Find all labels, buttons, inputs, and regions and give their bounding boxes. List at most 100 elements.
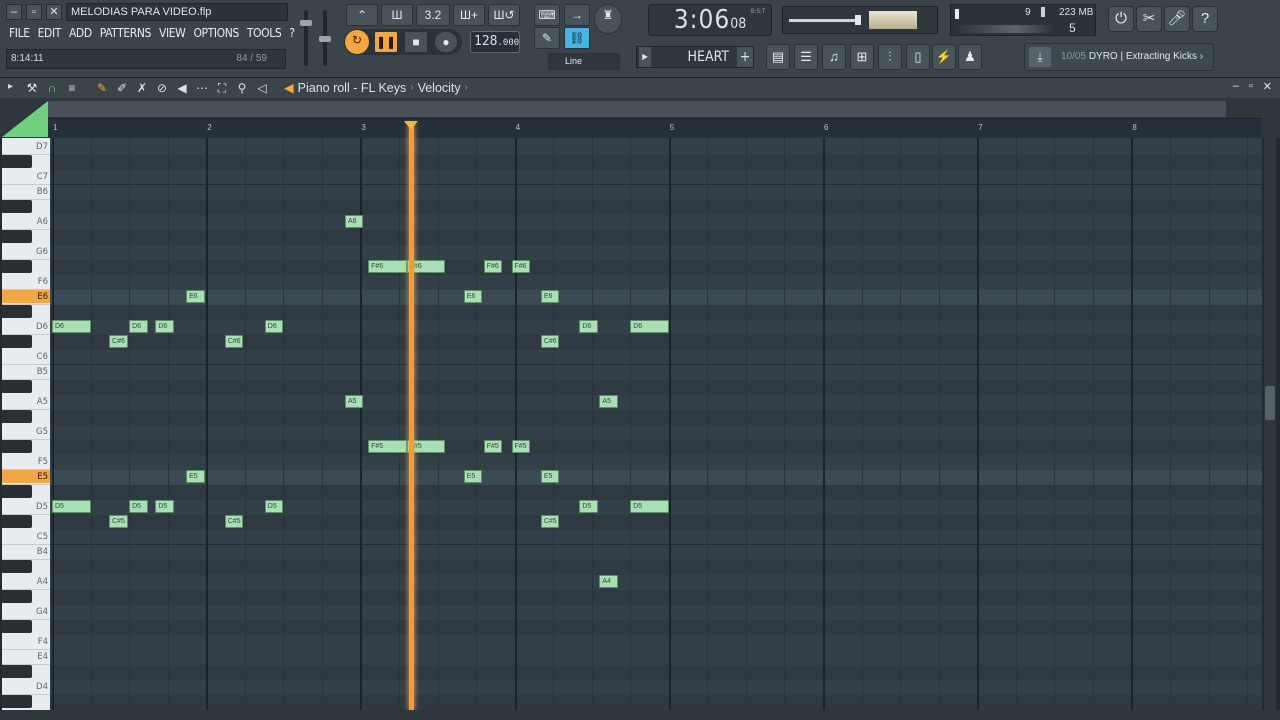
browser-icon[interactable]: ⊞ (850, 44, 874, 70)
note[interactable]: A5 (344, 395, 364, 408)
pr-maximize-icon[interactable]: ▫ (1249, 80, 1253, 93)
black-key[interactable] (2, 260, 32, 273)
pr-minimize-icon[interactable]: – (1233, 80, 1239, 93)
link-icon[interactable]: ⛓ (564, 27, 590, 49)
expand-arrow-icon[interactable]: ▸ (8, 81, 13, 92)
note[interactable]: D5 (630, 500, 669, 513)
pattern-song-toggle[interactable]: ↻ (344, 29, 370, 55)
black-key[interactable] (2, 305, 32, 318)
master-output-meter[interactable] (782, 6, 938, 34)
select-icon[interactable]: ⛶ (214, 81, 230, 96)
countdown-button[interactable]: 3.2 (416, 4, 450, 26)
channel-rack-icon[interactable]: ☰ (794, 44, 818, 70)
breadcrumb-velocity[interactable]: Velocity (418, 81, 461, 95)
mute-icon[interactable]: ⊘ (154, 81, 170, 96)
note[interactable]: D6 (155, 320, 174, 333)
delete-icon[interactable]: ✗ (134, 81, 150, 96)
next-button[interactable]: → (564, 4, 590, 26)
note[interactable]: D6 (630, 320, 669, 333)
mixer-icon[interactable]: ⫶ (878, 44, 902, 70)
fruity-icon[interactable]: ✂ (1136, 6, 1162, 32)
note[interactable]: C#6 (540, 335, 560, 348)
note[interactable]: F#5 (483, 440, 503, 453)
note[interactable]: C#6 (224, 335, 244, 348)
note[interactable]: C#5 (224, 515, 244, 528)
black-key[interactable] (2, 335, 32, 348)
snap-select[interactable]: Line (548, 53, 620, 70)
master-volume-slider[interactable] (304, 10, 308, 66)
slice-icon[interactable]: ⋯ (194, 81, 210, 96)
wrench-icon[interactable]: ⚒ (24, 81, 40, 96)
pr-close-icon[interactable]: ✕ (1263, 80, 1272, 93)
black-key[interactable] (2, 485, 32, 498)
note[interactable]: D5 (52, 500, 91, 513)
tempo-display[interactable]: 128.000 (470, 31, 520, 53)
master-pitch-knob[interactable] (319, 36, 331, 42)
black-key[interactable] (2, 155, 32, 168)
metronome-button[interactable]: ⌃ (346, 4, 378, 26)
horizontal-scrollbar[interactable] (48, 101, 1226, 117)
note[interactable]: F#6 (483, 260, 503, 273)
piano-roll-icon[interactable]: ♫ (822, 44, 846, 70)
pause-icon[interactable]: ❚❚ (374, 31, 398, 53)
menu-patterns[interactable]: PATTERNS (99, 25, 152, 41)
black-key[interactable] (2, 515, 32, 528)
black-key[interactable] (2, 695, 32, 708)
master-volume-knob[interactable] (300, 20, 312, 26)
note[interactable]: E6 (540, 290, 560, 303)
note[interactable]: C#5 (540, 515, 560, 528)
black-key[interactable] (2, 200, 32, 213)
black-key[interactable] (2, 440, 32, 453)
menu-tools[interactable]: TOOLS (246, 25, 282, 41)
note[interactable]: F#5 (368, 440, 407, 453)
note[interactable]: E5 (463, 470, 483, 483)
song-position-display[interactable]: 3:0608 B:S:T (648, 4, 772, 36)
note[interactable]: D6 (264, 320, 284, 333)
menu-icon[interactable]: ≡ (64, 81, 80, 96)
playlist-icon[interactable]: ▤ (766, 44, 790, 70)
project-icon[interactable]: ▯ (906, 44, 930, 70)
menu-help[interactable]: ? (288, 25, 295, 41)
typing-keyboard-button[interactable]: ⌨ (534, 4, 560, 26)
playback-icon[interactable]: ◁ (254, 81, 270, 96)
plugin-icon[interactable]: ⚡ (932, 44, 956, 70)
note[interactable]: F#6 (511, 260, 531, 273)
piano-keyboard[interactable]: D7 C7 B6 A6 G6 F6 E6 D6 C6 B5 A5 G5 F5 E5 D5 C5 B4 A4 G4 F4… (2, 138, 50, 710)
metronome-icon[interactable]: ♜ (594, 4, 622, 34)
note[interactable]: C#5 (109, 515, 128, 528)
menu-edit[interactable]: EDIT (37, 25, 62, 41)
breadcrumb-piano-roll[interactable]: Piano roll - FL Keys (298, 81, 407, 95)
note[interactable]: F#5 (511, 440, 531, 453)
scroll-thumb[interactable] (1265, 386, 1275, 420)
black-key[interactable] (2, 590, 32, 603)
loop-record-button[interactable]: Ш↺ (488, 4, 520, 26)
wait-input-button[interactable]: Ш (381, 4, 413, 26)
note[interactable]: E5 (186, 470, 205, 483)
power-icon[interactable]: ⏻ (1108, 6, 1134, 32)
note[interactable]: D6 (52, 320, 91, 333)
news-panel[interactable]: ⤓ 10/05 DYRO | Extracting Kicks › (1024, 43, 1214, 71)
download-icon[interactable]: ⤓ (1029, 47, 1051, 67)
note[interactable]: D5 (155, 500, 174, 513)
paint-icon[interactable]: ✐ (114, 81, 130, 96)
pattern-arrow-icon[interactable]: ▶ (639, 47, 651, 67)
menu-view[interactable]: VIEW (158, 25, 186, 41)
pattern-selector[interactable]: ▶ HEART + (636, 46, 754, 68)
note[interactable]: D5 (264, 500, 284, 513)
note[interactable]: C#6 (109, 335, 128, 348)
playhead[interactable] (409, 124, 415, 710)
note[interactable]: D5 (579, 500, 598, 513)
note[interactable]: E6 (463, 290, 483, 303)
note[interactable]: E5 (540, 470, 560, 483)
add-pattern-button[interactable]: + (737, 47, 753, 67)
black-key[interactable] (2, 560, 32, 573)
vertical-scrollbar[interactable] (1264, 138, 1276, 710)
note[interactable]: F#6 (368, 260, 407, 273)
speaker-orange-icon[interactable]: ◀ (284, 80, 294, 95)
restore-icon[interactable]: ▫ (26, 4, 42, 20)
black-key[interactable] (2, 380, 32, 393)
magnet-icon[interactable]: ∩ (44, 81, 60, 96)
note[interactable]: A6 (344, 215, 364, 228)
bar-ruler[interactable] (48, 118, 1262, 138)
step-edit-button[interactable]: Ш+ (453, 4, 485, 26)
